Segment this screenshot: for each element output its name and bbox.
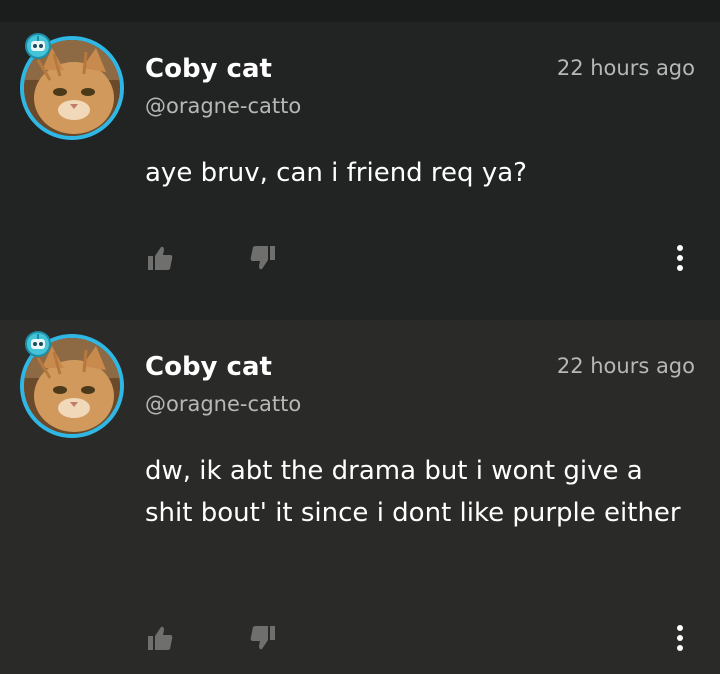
author-name[interactable]: Coby cat — [145, 54, 272, 84]
dislike-button[interactable] — [247, 242, 279, 274]
dislike-button[interactable] — [247, 622, 279, 654]
comment-text: dw, ik abt the drama but i wont give a s… — [145, 456, 681, 528]
author-handle[interactable]: @oragne-catto — [145, 94, 301, 118]
top-bar — [0, 0, 720, 22]
avatar[interactable] — [20, 33, 124, 140]
thumbs-up-icon — [148, 246, 173, 270]
robot-badge-icon — [25, 331, 51, 357]
author-handle[interactable]: @oragne-catto — [145, 392, 301, 416]
timestamp: 22 hours ago — [556, 56, 695, 80]
thumbs-up-icon — [148, 626, 173, 650]
more-options-button[interactable] — [664, 242, 696, 274]
avatar[interactable] — [20, 331, 124, 438]
comment-item: Coby cat @oragne-catto 22 hours ago aye … — [0, 22, 720, 320]
more-options-button[interactable] — [664, 622, 696, 654]
comment-text: aye bruv, can i friend req ya? — [145, 158, 527, 188]
author-name[interactable]: Coby cat — [145, 352, 272, 382]
comment-item: Coby cat @oragne-catto 22 hours ago dw, … — [0, 320, 720, 674]
thumbs-down-icon — [250, 626, 275, 650]
thumbs-down-icon — [250, 246, 275, 270]
like-button[interactable] — [144, 242, 176, 274]
more-vertical-icon — [677, 625, 683, 651]
robot-badge-icon — [25, 33, 51, 59]
more-vertical-icon — [677, 245, 683, 271]
like-button[interactable] — [144, 622, 176, 654]
timestamp: 22 hours ago — [556, 354, 695, 378]
